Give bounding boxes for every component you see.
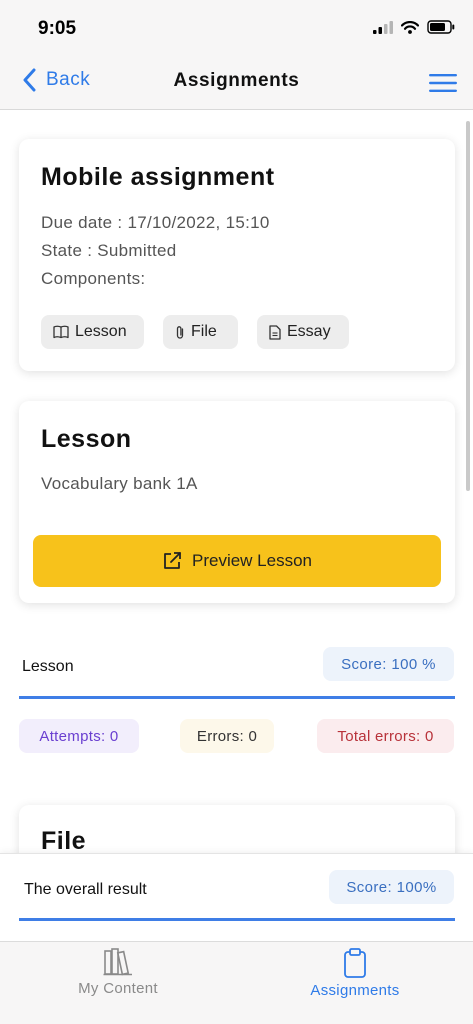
assignment-state: State : Submitted [41, 241, 177, 260]
total-errors-badge: Total errors: 0 [317, 719, 454, 753]
page-title: Assignments [173, 70, 300, 91]
lesson-score-badge: Score: 100 % [323, 647, 454, 681]
status-time: 9:05 [38, 18, 77, 39]
overall-result-panel: The overall result Score: 100% [0, 853, 473, 941]
status-icons [373, 20, 455, 34]
file-card: File [19, 805, 455, 853]
chip-file-label: File [191, 323, 217, 340]
preview-lesson-label: Preview Lesson [191, 551, 312, 570]
signal-icon [373, 20, 393, 34]
assignment-title: Mobile assignment [41, 163, 275, 191]
chip-lesson[interactable]: Lesson [41, 315, 144, 349]
books-icon [103, 948, 132, 976]
tab-assignments[interactable]: Assignments [237, 942, 473, 1024]
lesson-card: Lesson Vocabulary bank 1A Preview Lesson [19, 401, 455, 603]
status-bar: 9:05 [0, 0, 473, 56]
overall-result-divider [19, 918, 455, 921]
chip-lesson-label: Lesson [75, 323, 127, 340]
assignment-content[interactable]: Mobile assignment Due date : 17/10/2022,… [0, 111, 473, 853]
chip-essay-label: Essay [287, 323, 331, 340]
book-open-icon [53, 325, 69, 339]
scrollbar[interactable] [466, 121, 470, 491]
overall-score-badge: Score: 100% [329, 870, 454, 904]
overall-result-label: The overall result [24, 881, 147, 898]
chip-file[interactable]: File [163, 315, 238, 349]
tab-bar: My Content Assignments [0, 941, 473, 1024]
assignment-meta: Due date : 17/10/2022, 15:10 State : Sub… [41, 209, 270, 293]
lesson-result-divider [19, 696, 455, 699]
document-icon [269, 324, 281, 340]
battery-icon [427, 20, 455, 34]
lesson-subtitle: Vocabulary bank 1A [41, 474, 198, 493]
wifi-icon [401, 20, 419, 34]
nav-bar: Back Assignments [0, 56, 473, 110]
lesson-result-label: Lesson [22, 658, 74, 675]
tab-assignments-label: Assignments [310, 982, 400, 999]
tab-my-content-label: My Content [78, 980, 158, 997]
chip-essay[interactable]: Essay [257, 315, 349, 349]
assignment-card: Mobile assignment Due date : 17/10/2022,… [19, 139, 455, 371]
clipboard-icon [344, 948, 366, 978]
external-link-icon [164, 552, 181, 569]
errors-badge: Errors: 0 [180, 719, 274, 753]
lesson-title: Lesson [41, 425, 132, 453]
hamburger-menu-icon[interactable] [429, 72, 457, 94]
paperclip-icon [176, 325, 184, 339]
tab-my-content[interactable]: My Content [0, 942, 236, 1024]
preview-lesson-button[interactable]: Preview Lesson [33, 535, 441, 587]
due-date: Due date : 17/10/2022, 15:10 [41, 213, 270, 232]
attempts-badge: Attempts: 0 [19, 719, 139, 753]
file-title: File [41, 827, 87, 853]
components-label: Components: [41, 269, 146, 288]
